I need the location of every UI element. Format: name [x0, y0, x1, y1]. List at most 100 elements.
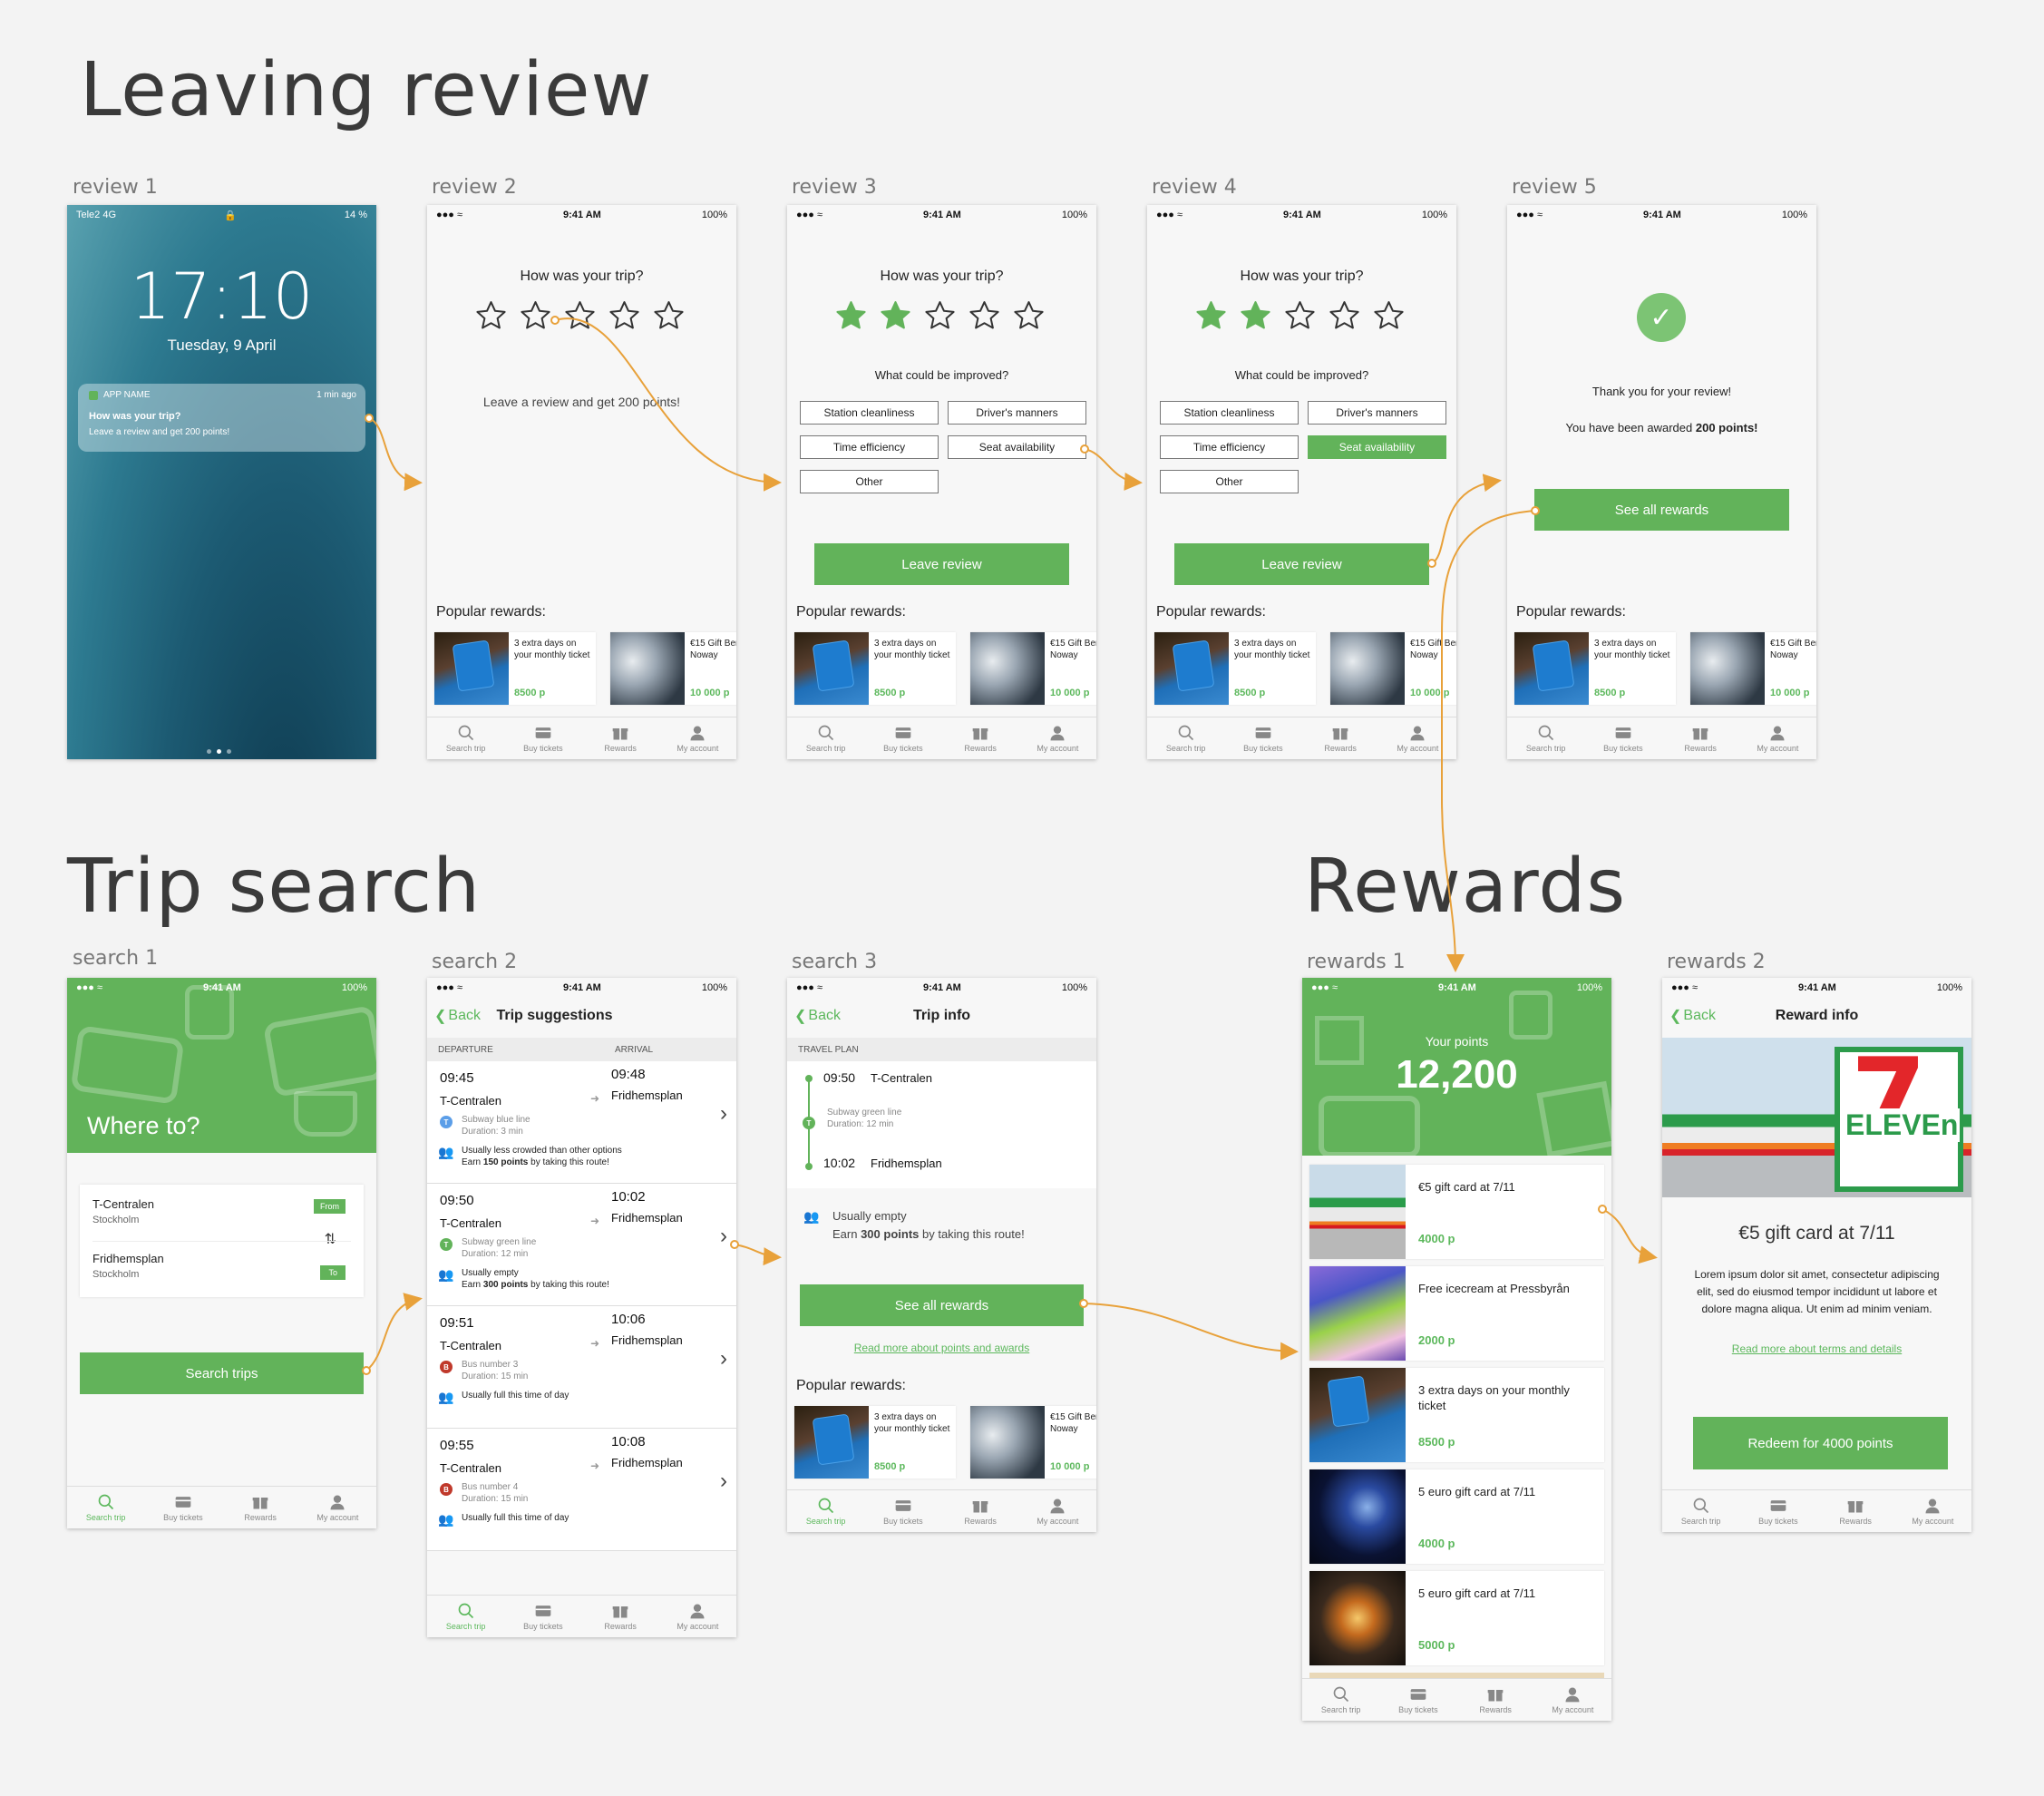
tab-search[interactable]: Search trip [1507, 717, 1584, 759]
trip-row[interactable]: 09:50 10:02 T-Centralen ➜ Fridhemsplan T Subwa… [427, 1184, 736, 1306]
star-icon[interactable] [1239, 299, 1272, 333]
tab-search[interactable]: Search trip [427, 717, 504, 759]
tab-account[interactable]: My account [1739, 717, 1816, 759]
tab-search[interactable]: Search trip [67, 1487, 144, 1528]
popular-reward-card[interactable]: €15 Gift Bergans Noway 10 000 p [970, 632, 1096, 705]
improve-chip[interactable]: Seat availability [1308, 435, 1446, 459]
star-icon[interactable] [474, 299, 508, 333]
leave-review-button[interactable]: Leave review [814, 543, 1069, 585]
redeem-button[interactable]: Redeem for 4000 points [1693, 1417, 1948, 1469]
arrow-right-icon: ➜ [590, 1459, 600, 1472]
popular-reward-card[interactable]: €15 Gift Bergans Noway 10 000 p [970, 1406, 1096, 1479]
tab-account[interactable]: My account [659, 717, 736, 759]
search-trips-button[interactable]: Search trips [80, 1352, 364, 1394]
swap-arrows-icon[interactable]: ⇅ [325, 1230, 336, 1248]
star-icon[interactable] [563, 299, 597, 333]
tab-rewards[interactable]: Rewards [1817, 1490, 1894, 1532]
reward-image [1309, 1368, 1406, 1462]
tab-tickets[interactable]: Buy tickets [1224, 717, 1301, 759]
tab-account[interactable]: My account [1019, 1490, 1096, 1532]
tab-rewards[interactable]: Rewards [582, 1596, 659, 1637]
tab-search[interactable]: Search trip [787, 717, 864, 759]
tab-account[interactable]: My account [1894, 1490, 1971, 1532]
tab-tickets[interactable]: Buy tickets [1584, 717, 1661, 759]
popular-reward-card[interactable]: €15 Gift Bergans Noway 10 000 p [1690, 632, 1816, 705]
tab-tickets[interactable]: Buy tickets [1739, 1490, 1816, 1532]
popular-reward-card[interactable]: 3 extra days on your monthly ticket 8500 … [1514, 632, 1676, 705]
star-icon[interactable] [968, 299, 1001, 333]
tab-tickets[interactable]: Buy tickets [864, 1490, 941, 1532]
improve-chip[interactable]: Seat availability [948, 435, 1086, 459]
tab-rewards[interactable]: Rewards [942, 717, 1019, 759]
star-icon[interactable] [1328, 299, 1361, 333]
popular-reward-card[interactable]: €15 Gift Bergans Noway 10 000 p [1330, 632, 1456, 705]
star-icon[interactable] [652, 299, 686, 333]
tab-rewards[interactable]: Rewards [222, 1487, 299, 1528]
travel-plan-label: TRAVEL PLAN [798, 1045, 859, 1055]
tab-tickets[interactable]: Buy tickets [1379, 1679, 1456, 1721]
tab-rewards[interactable]: Rewards [942, 1490, 1019, 1532]
star-icon[interactable] [923, 299, 957, 333]
see-all-rewards-button[interactable]: See all rewards [800, 1284, 1084, 1326]
reward-list-item[interactable]: 5 euro gift card at 7/11 4000 p [1309, 1469, 1604, 1564]
notification-card[interactable]: APP NAME 1 min ago How was your trip? Le… [78, 384, 365, 452]
tab-account[interactable]: My account [659, 1596, 736, 1637]
popular-reward-card[interactable]: 3 extra days on your monthly ticket 8500 … [794, 632, 956, 705]
tab-search[interactable]: Search trip [787, 1490, 864, 1532]
star-rating[interactable] [474, 299, 686, 333]
tab-account[interactable]: My account [1379, 717, 1456, 759]
star-icon[interactable] [1194, 299, 1228, 333]
star-rating[interactable] [1194, 299, 1406, 333]
read-more-link[interactable]: Read more about points and awards [787, 1342, 1096, 1354]
star-icon[interactable] [1372, 299, 1406, 333]
tab-account[interactable]: My account [1019, 717, 1096, 759]
improve-chip[interactable]: Driver's manners [948, 401, 1086, 425]
popular-reward-card[interactable]: €15 Gift Bergans Noway 10 000 p [610, 632, 736, 705]
tab-tickets[interactable]: Buy tickets [504, 717, 581, 759]
reward-list-item[interactable]: €5 gift card at 7/11 4000 p [1309, 1165, 1604, 1259]
tab-tickets[interactable]: Buy tickets [864, 717, 941, 759]
improve-chip[interactable]: Station cleanliness [800, 401, 939, 425]
tab-search[interactable]: Search trip [427, 1596, 504, 1637]
popular-reward-card[interactable]: 3 extra days on your monthly ticket 8500 … [434, 632, 596, 705]
reward-list-item[interactable]: Free icecream at Pressbyrån 2000 p [1309, 1266, 1604, 1361]
trip-row[interactable]: 09:55 10:08 T-Centralen ➜ Fridhemsplan B Bus n… [427, 1429, 736, 1551]
leave-review-button[interactable]: Leave review [1174, 543, 1429, 585]
reward-list-item[interactable]: 3 extra days on your monthly ticket 8500 … [1309, 1368, 1604, 1462]
popular-reward-card[interactable]: 3 extra days on your monthly ticket 8500 … [794, 1406, 956, 1479]
flow-arrow [734, 1244, 782, 1266]
from-place[interactable]: T-Centralen [92, 1197, 154, 1211]
star-icon[interactable] [879, 299, 912, 333]
reward-list-item[interactable]: 5 euro gift card at 7/11 5000 p [1309, 1571, 1604, 1665]
star-icon[interactable] [608, 299, 641, 333]
tab-search[interactable]: Search trip [1147, 717, 1224, 759]
improve-chip[interactable]: Station cleanliness [1160, 401, 1299, 425]
improve-chip[interactable]: Other [800, 470, 939, 493]
improve-chip[interactable]: Time efficiency [1160, 435, 1299, 459]
trip-row[interactable]: 09:51 10:06 T-Centralen ➜ Fridhemsplan B Bus n… [427, 1306, 736, 1429]
star-icon[interactable] [1012, 299, 1046, 333]
to-place[interactable]: Fridhemsplan [92, 1252, 164, 1265]
trip-row[interactable]: 09:45 09:48 T-Centralen ➜ Fridhemsplan T Subwa… [427, 1061, 736, 1184]
tab-rewards[interactable]: Rewards [1662, 717, 1739, 759]
terms-link[interactable]: Read more about terms and details [1662, 1342, 1971, 1355]
star-icon[interactable] [519, 299, 552, 333]
star-icon[interactable] [1283, 299, 1317, 333]
star-rating[interactable] [834, 299, 1046, 333]
improve-chip[interactable]: Other [1160, 470, 1299, 493]
see-all-rewards-button[interactable]: See all rewards [1534, 489, 1789, 531]
star-icon[interactable] [834, 299, 868, 333]
popular-reward-card[interactable]: 3 extra days on your monthly ticket 8500 … [1154, 632, 1316, 705]
improve-chip[interactable]: Driver's manners [1308, 401, 1446, 425]
tab-rewards[interactable]: Rewards [1302, 717, 1379, 759]
tab-account[interactable]: My account [299, 1487, 376, 1528]
tab-account[interactable]: My account [1534, 1679, 1611, 1721]
tab-search[interactable]: Search trip [1302, 1679, 1379, 1721]
tab-search[interactable]: Search trip [1662, 1490, 1739, 1532]
tab-rewards[interactable]: Rewards [582, 717, 659, 759]
tab-tickets[interactable]: Buy tickets [504, 1596, 581, 1637]
tab-tickets[interactable]: Buy tickets [144, 1487, 221, 1528]
tab-rewards[interactable]: Rewards [1457, 1679, 1534, 1721]
improve-chip[interactable]: Time efficiency [800, 435, 939, 459]
phone-review-1: Tele2 4G 🔒 14 % 17:10 Tuesday, 9 April A… [67, 205, 376, 759]
